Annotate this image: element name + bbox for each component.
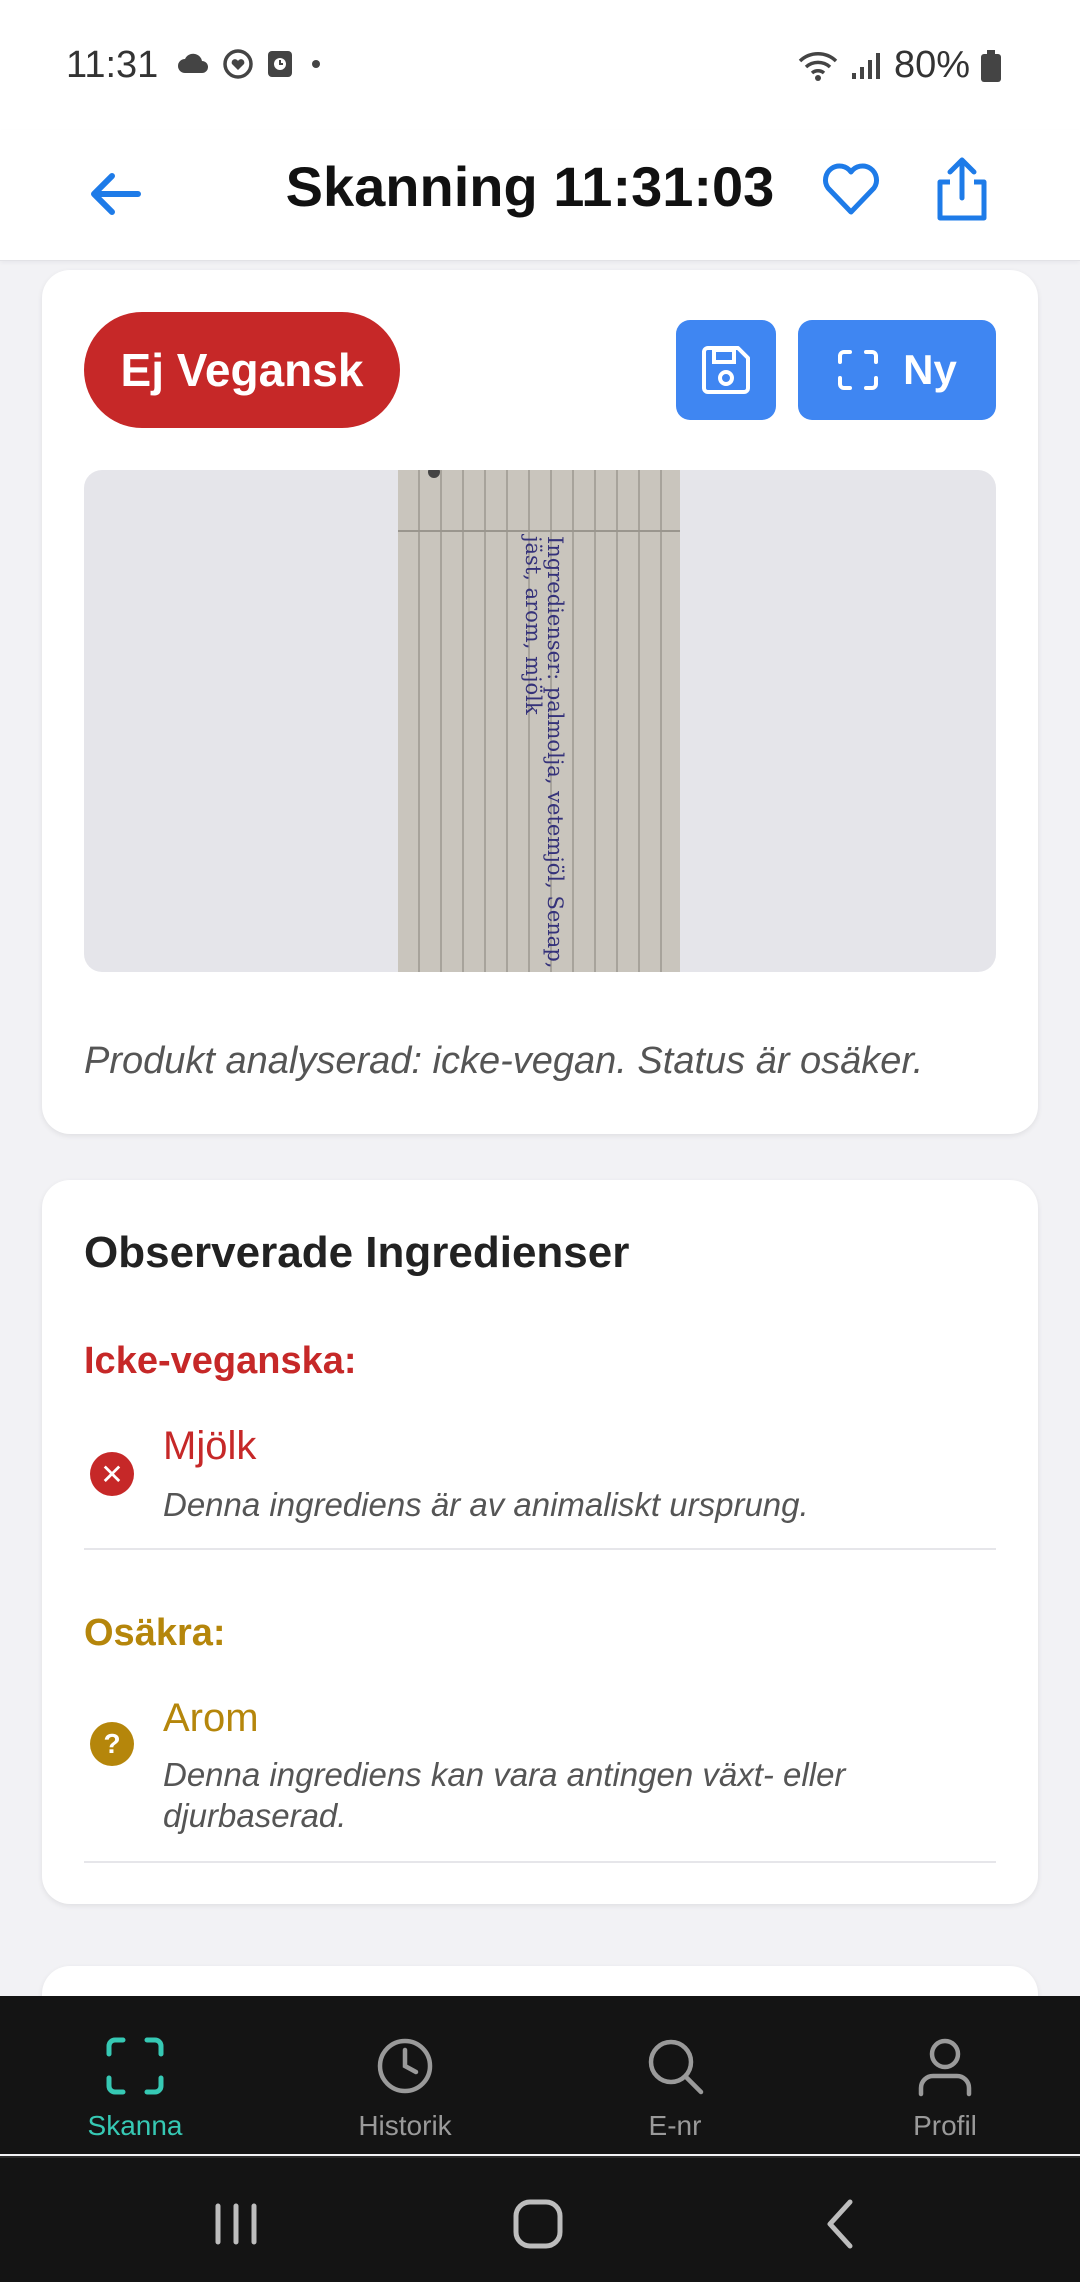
page-title: Skanning 11:31:03 xyxy=(285,155,775,218)
status-time: 11:31 xyxy=(66,44,159,86)
vegan-status-badge: Ej Vegansk xyxy=(84,312,400,428)
share-button[interactable] xyxy=(932,154,992,224)
divider xyxy=(84,1548,996,1550)
floppy-disk-icon xyxy=(702,346,750,394)
new-scan-button[interactable]: Ny xyxy=(798,320,996,420)
status-system: 80% xyxy=(796,44,1002,87)
recent-apps-icon[interactable] xyxy=(206,2194,266,2254)
nav-label-skanna: Skanna xyxy=(87,2110,183,2141)
result-card: Ej Vegansk Ny Ingredienser: palmolja, ve… xyxy=(42,270,1038,1134)
status-bar: 11:31 80% xyxy=(0,0,1080,130)
clock-icon xyxy=(268,51,292,77)
photo-handwriting: Ingredienser: palmolja, vetemjöl, Senap,… xyxy=(521,536,567,969)
scanned-photo-container: Ingredienser: palmolja, vetemjöl, Senap,… xyxy=(84,470,996,972)
app-header: Skanning 11:31:03 xyxy=(0,130,1080,261)
photo-paper-line xyxy=(398,530,680,532)
scan-icon xyxy=(106,2037,164,2095)
uncertain-ingredient-name: Arom xyxy=(163,1696,259,1740)
uncertain-ingredient-description: Denna ingrediens kan vara antingen växt-… xyxy=(163,1756,846,1834)
home-icon[interactable] xyxy=(508,2194,568,2254)
battery-icon xyxy=(981,49,1001,82)
nav-item-profil[interactable]: Profil xyxy=(810,1996,1080,2154)
save-button[interactable] xyxy=(676,320,776,420)
battery-percent: 80% xyxy=(893,44,970,86)
person-icon xyxy=(918,2038,972,2097)
nav-item-historik[interactable]: Historik xyxy=(270,1996,540,2154)
ingredients-title: Observerade Ingredienser xyxy=(84,1228,630,1277)
wifi-icon xyxy=(798,51,838,81)
analysis-text: Produkt analyserad: icke-vegan. Status ä… xyxy=(84,1040,924,1082)
cloud-icon xyxy=(178,53,208,73)
non-vegan-ingredient-name: Mjölk xyxy=(163,1424,257,1468)
signal-icon xyxy=(851,52,880,79)
clock-icon xyxy=(377,2038,433,2094)
new-scan-label: Ny xyxy=(903,346,957,393)
nav-label-e-nr: E-nr xyxy=(648,2110,702,2141)
back-nav-icon[interactable] xyxy=(812,2194,872,2254)
photo-text-line-1: Ingredienser: palmolja, vetemjöl, Senap, xyxy=(543,536,567,969)
heart-icon xyxy=(823,163,879,215)
divider xyxy=(84,1861,996,1863)
non-vegan-ingredient-description: Denna ingrediens är av animaliskt urspru… xyxy=(163,1486,809,1523)
search-icon xyxy=(648,2039,704,2095)
nav-item-skanna[interactable]: Skanna xyxy=(0,1996,270,2154)
non-vegan-label: Icke-veganska: xyxy=(84,1340,357,1382)
share-icon xyxy=(937,157,987,221)
nav-label-profil: Profil xyxy=(913,2110,977,2141)
bottom-navigation: Skanna Historik E-nr Profil xyxy=(0,1996,1080,2154)
scan-frame-icon xyxy=(838,350,879,390)
nav-label-historik: Historik xyxy=(358,2110,452,2141)
scanned-photo: Ingredienser: palmolja, vetemjöl, Senap,… xyxy=(398,470,680,972)
system-navigation-bar xyxy=(0,2156,1080,2282)
nav-item-e-nr[interactable]: E-nr xyxy=(540,1996,810,2154)
heart-circle-icon xyxy=(223,49,253,79)
question-circle-icon: ? xyxy=(90,1722,134,1766)
dot-icon xyxy=(312,60,320,68)
ingredients-card: Observerade Ingredienser Icke-veganska: … xyxy=(42,1180,1038,1904)
photo-text-line-2: jäst, arom, mjölk xyxy=(521,536,545,715)
close-circle-icon: ✕ xyxy=(90,1452,134,1496)
uncertain-label: Osäkra: xyxy=(84,1612,226,1654)
status-notification-icons xyxy=(176,48,326,80)
photo-mark xyxy=(428,470,440,478)
favorite-button[interactable] xyxy=(818,156,884,222)
